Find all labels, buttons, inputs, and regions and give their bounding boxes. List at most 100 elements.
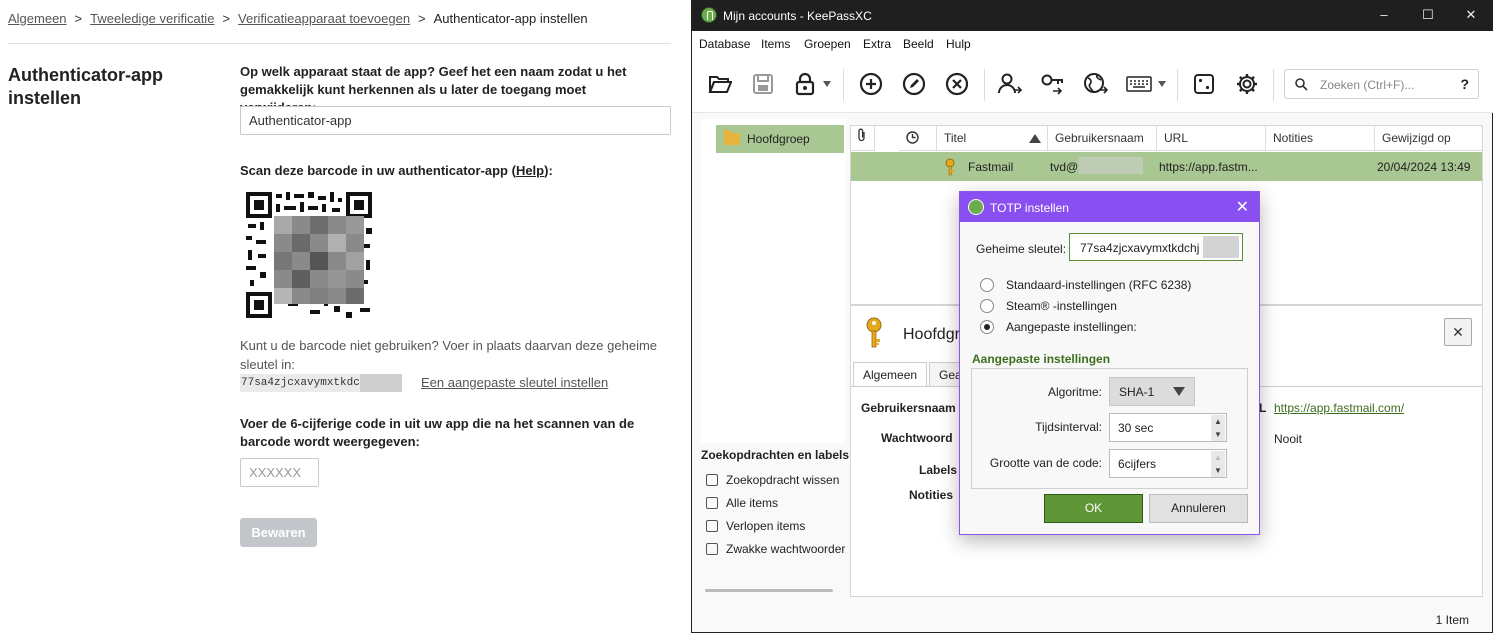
spin-down-icon[interactable]: ▼: [1211, 464, 1225, 477]
toolbar: Zoeken (Ctrl+F)... ?: [692, 57, 1493, 113]
tab-general[interactable]: Algemeen: [853, 362, 928, 386]
search-item-expired[interactable]: Verlopen items: [706, 519, 805, 533]
entry-key-icon: [866, 317, 882, 348]
entry-title: Fastmail: [968, 160, 1014, 174]
totp-dialog: TOTP instellen ✕ Geheime sleutel: 77sa4z…: [959, 191, 1260, 535]
search-help-button[interactable]: ?: [1460, 76, 1469, 92]
dialog-title-bar: TOTP instellen ✕: [960, 192, 1259, 222]
keepassxc-logo-icon: [968, 199, 984, 215]
autotype-dropdown-icon[interactable]: [1156, 71, 1168, 97]
column-url[interactable]: URL: [1157, 126, 1266, 151]
scan-text-end: ):: [544, 163, 553, 178]
minimize-button[interactable]: –: [1375, 6, 1393, 24]
group-tree: Hoofdgroep: [701, 119, 846, 443]
toolbar-separator: [984, 69, 985, 101]
keepassxc-logo-icon: [701, 7, 717, 23]
algorithm-value: SHA-1: [1119, 385, 1155, 399]
column-notes[interactable]: Notities: [1266, 126, 1375, 151]
interval-spinbox[interactable]: 30 sec ▲ ▼: [1109, 413, 1227, 442]
search-input[interactable]: Zoeken (Ctrl+F)... ?: [1284, 69, 1479, 99]
column-expiry[interactable]: [899, 126, 937, 151]
preview-heading: Hoofdgr: [903, 326, 960, 343]
ok-button[interactable]: OK: [1044, 494, 1143, 523]
search-item-weak[interactable]: Zwakke wachtwoorder: [706, 542, 845, 556]
menu-items[interactable]: Items: [761, 37, 790, 51]
expires-value: Nooit: [1274, 432, 1303, 446]
code-size-value: 6cijfers: [1118, 457, 1157, 471]
algorithm-select[interactable]: SHA-1: [1109, 377, 1195, 406]
code-placeholder: XXXXXX: [249, 465, 302, 480]
breadcrumb-link-add-device[interactable]: Verificatieapparaat toevoegen: [238, 11, 410, 26]
menu-help[interactable]: Hulp: [946, 37, 971, 51]
spin-up-icon[interactable]: ▲: [1211, 451, 1225, 464]
key-icon: [945, 158, 955, 176]
open-url-icon[interactable]: [1083, 71, 1109, 97]
breadcrumb-link-two-factor[interactable]: Tweeledige verificatie: [90, 11, 214, 26]
maximize-button[interactable]: ☐: [1419, 6, 1437, 24]
help-link[interactable]: Help: [516, 163, 544, 178]
custom-key-link[interactable]: Een aangepaste sleutel instellen: [421, 374, 608, 392]
keyboard-autotype-icon[interactable]: [1126, 71, 1152, 97]
save-button[interactable]: Bewaren: [240, 518, 317, 547]
interval-value: 30 sec: [1118, 421, 1154, 435]
transfer-password-icon[interactable]: [1040, 71, 1066, 97]
table-row[interactable]: Fastmail tvd@ https://app.fastm... 20/04…: [851, 152, 1482, 181]
folder-icon: [724, 130, 740, 145]
lock-dropdown-icon[interactable]: [821, 71, 833, 97]
paperclip-icon: [858, 128, 865, 142]
lock-database-icon[interactable]: [792, 71, 818, 97]
dialog-close-button[interactable]: ✕: [1236, 197, 1249, 217]
column-title-label: Titel: [944, 131, 967, 145]
search-icon: [1295, 78, 1308, 91]
radio-label: Steam® -instellingen: [1006, 299, 1117, 313]
clock-icon: [906, 131, 919, 144]
menu-groups[interactable]: Groepen: [804, 37, 851, 51]
column-attachment[interactable]: [851, 126, 875, 151]
secret-key-value: 77sa4zjcxavymxtkdchj: [1080, 241, 1200, 255]
menu-extra[interactable]: Extra: [863, 37, 891, 51]
url-label: L: [1259, 401, 1267, 415]
search-item-all[interactable]: Alle items: [706, 496, 778, 510]
toolbar-separator: [843, 69, 844, 101]
code-label: Voer de 6-cijferige code in uit uw app d…: [240, 416, 635, 449]
cant-scan-text: Kunt u de barcode niet gebruiken? Voer i…: [240, 338, 658, 372]
save-database-icon[interactable]: [750, 71, 776, 97]
status-bar: 1 Item: [692, 605, 1493, 633]
menu-view[interactable]: Beeld: [903, 37, 934, 51]
redacted-username: [1079, 157, 1143, 174]
delete-entry-icon[interactable]: [944, 71, 970, 97]
column-title[interactable]: Titel: [937, 126, 1048, 151]
edit-entry-icon[interactable]: [901, 71, 927, 97]
code-size-label: Grootte van de code:: [989, 456, 1102, 470]
saved-search-icon: [706, 497, 718, 509]
group-item-root[interactable]: Hoofdgroep: [716, 125, 844, 153]
cancel-button[interactable]: Annuleren: [1149, 494, 1248, 523]
menu-database[interactable]: Database: [699, 37, 750, 51]
column-modified[interactable]: Gewijzigd op: [1375, 126, 1482, 151]
toolbar-separator: [1177, 69, 1178, 101]
spin-up-icon[interactable]: ▲: [1211, 415, 1225, 428]
search-item-clear[interactable]: Zoekopdracht wissen: [706, 473, 839, 487]
url-link[interactable]: https://app.fastmail.com/: [1274, 401, 1404, 415]
column-username[interactable]: Gebruikersnaam: [1048, 126, 1157, 151]
dialog-title: TOTP instellen: [990, 201, 1069, 215]
sort-ascending-icon: [1029, 134, 1041, 143]
breadcrumb-separator: >: [222, 11, 231, 26]
code-size-spinbox[interactable]: 6cijfers ▲ ▼: [1109, 449, 1227, 478]
add-entry-icon[interactable]: [858, 71, 884, 97]
password-label: Wachtwoord: [881, 431, 953, 445]
code-input[interactable]: XXXXXX: [240, 458, 319, 487]
open-database-icon[interactable]: [707, 71, 733, 97]
close-button[interactable]: ✕: [1462, 6, 1480, 24]
breadcrumb-current: Authenticator-app instellen: [433, 11, 588, 26]
transfer-username-icon[interactable]: [997, 71, 1023, 97]
horizontal-scrollbar[interactable]: [705, 589, 833, 592]
spin-down-icon[interactable]: ▼: [1211, 428, 1225, 441]
breadcrumb-link-general[interactable]: Algemeen: [8, 11, 67, 26]
settings-icon[interactable]: [1234, 71, 1260, 97]
close-preview-button[interactable]: ✕: [1444, 318, 1472, 346]
device-name-input[interactable]: Authenticator-app: [240, 106, 671, 135]
title-bar: Mijn accounts - KeePassXC – ☐ ✕: [692, 0, 1493, 31]
password-generator-icon[interactable]: [1191, 71, 1217, 97]
secret-key-label: Geheime sleutel:: [976, 242, 1067, 256]
